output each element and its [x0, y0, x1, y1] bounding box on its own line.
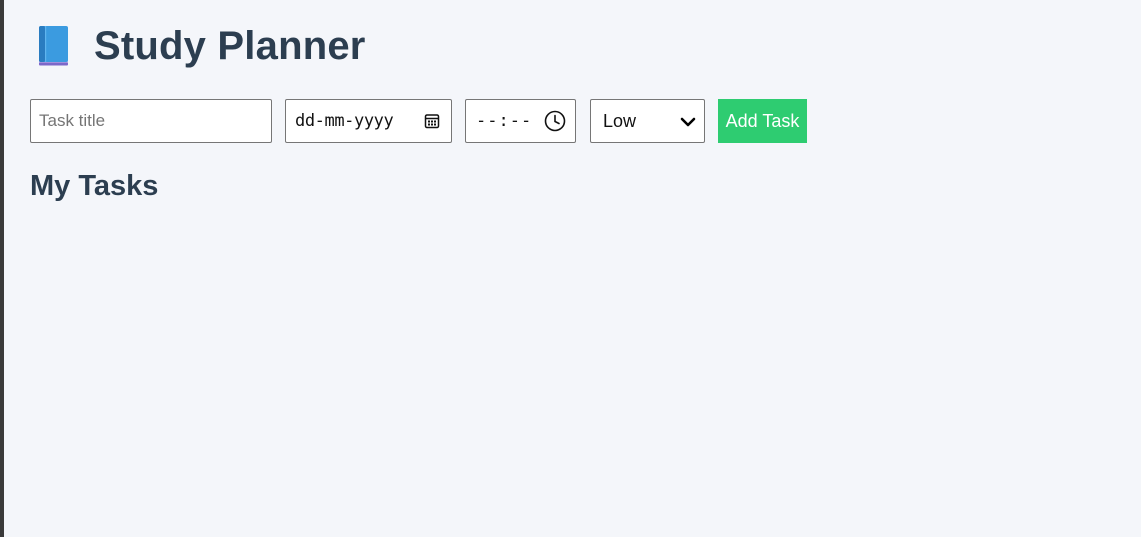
add-task-form: dd-mm-yyyy --:-- — [30, 99, 807, 143]
priority-select[interactable]: Low — [590, 99, 705, 143]
task-title-input[interactable] — [30, 99, 272, 143]
clock-icon[interactable] — [544, 110, 566, 132]
task-time-input[interactable]: --:-- — [465, 99, 576, 143]
page-title: Study Planner — [94, 23, 366, 68]
page-header: Study Planner — [36, 22, 366, 70]
chevron-down-icon — [680, 115, 696, 127]
add-task-button[interactable]: Add Task — [718, 99, 807, 143]
time-placeholder: --:-- — [476, 111, 533, 131]
date-placeholder: dd-mm-yyyy — [295, 111, 394, 131]
book-icon — [36, 24, 70, 68]
my-tasks-heading: My Tasks — [30, 170, 159, 202]
priority-selected-value: Low — [603, 110, 637, 131]
window-edge — [0, 0, 4, 537]
calendar-icon[interactable] — [424, 113, 440, 129]
task-date-input[interactable]: dd-mm-yyyy — [285, 99, 452, 143]
